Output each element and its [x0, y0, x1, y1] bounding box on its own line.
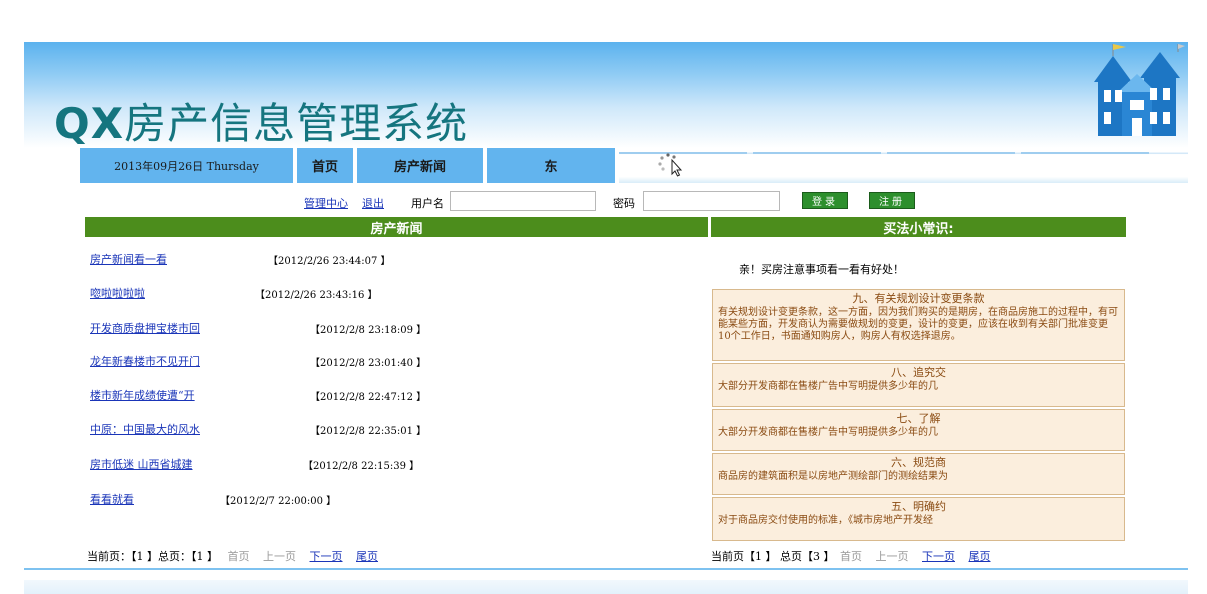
login-button[interactable]: 登录: [802, 192, 848, 209]
news-item-link[interactable]: 中原：中国最大的风水: [90, 421, 200, 437]
header-banner: QX房产信息管理系统: [24, 42, 1188, 148]
tip-body: 对于商品房交付使用的标准，《城市房地产开发经: [718, 515, 933, 526]
tip-title: 九、有关规划设计变更条款: [852, 292, 985, 305]
news-item-time: 【2012/2/26 23:44:07 】: [268, 256, 391, 267]
username-label: 用户名: [411, 197, 444, 210]
news-pager-last[interactable]: 尾页: [356, 550, 378, 563]
news-pager-prev: 上一页: [263, 550, 296, 563]
tip-card: 六、规范商 商品房的建筑面积是以房地产测绘部门的测绘结果为: [712, 453, 1125, 495]
register-button[interactable]: 注册: [869, 192, 915, 209]
login-bar: 管理中心 退出 用户名 密码 登录 注册: [0, 190, 1207, 212]
news-item-link[interactable]: 楼市新年成绩使遭“开: [90, 387, 195, 403]
news-item-link[interactable]: 龙年新春楼市不见开门: [90, 353, 200, 369]
tip-body: 大部分开发商都在售楼广告中写明提供多少年的几: [718, 381, 938, 392]
tip-title: 八、追究交: [891, 366, 946, 379]
news-item-time: 【2012/2/8 22:35:01 】: [310, 426, 427, 437]
tip-title: 五、明确约: [891, 500, 946, 513]
news-section-header: 房产新闻: [85, 217, 708, 237]
site-title: QX房产信息管理系统: [54, 99, 469, 148]
tip-body: 大部分开发商都在售楼广告中写明提供多少年的几: [718, 427, 938, 438]
tip-body: 商品房的建筑面积是以房地产测绘部门的测绘结果为: [718, 471, 948, 482]
news-item-time: 【2012/2/8 23:01:40 】: [310, 358, 427, 369]
nav-filler: [619, 148, 1188, 183]
nav-divider: [887, 152, 1015, 154]
news-item-time: 【2012/2/8 23:18:09 】: [310, 325, 427, 336]
nav-news[interactable]: 房产新闻: [357, 148, 483, 183]
tips-pager: 当前页【1 】 总页【3 】 首页 上一页 下一页 尾页: [711, 548, 991, 564]
tip-title: 七、了解: [896, 412, 941, 425]
password-input[interactable]: [643, 191, 780, 211]
news-pager-status: 当前页：【1 】总页：【1 】: [87, 550, 218, 563]
news-pager-first: 首页: [227, 550, 250, 563]
news-item-time: 【2012/2/7 22:00:00 】: [220, 496, 337, 507]
tips-pager-first: 首页: [840, 550, 862, 563]
news-pager: 当前页：【1 】总页：【1 】 首页 上一页 下一页 尾页: [87, 548, 378, 564]
news-item-link[interactable]: 开发商质盘押宝楼市回: [90, 320, 200, 336]
nav-divider: [753, 152, 881, 154]
nav-divider: [1021, 152, 1149, 154]
tips-pager-last[interactable]: 尾页: [969, 550, 991, 563]
footer-divider: [24, 568, 1188, 570]
main-nav: 2013年09月26日 Thursday 首页 房产新闻 东: [80, 148, 1188, 183]
tip-card: 五、明确约 对于商品房交付使用的标准，《城市房地产开发经: [712, 497, 1125, 541]
tip-card: 九、有关规划设计变更条款 有关规划设计变更条款，这一方面，因为我们购买的是期房，…: [712, 289, 1125, 361]
password-label: 密码: [613, 197, 635, 210]
nav-home[interactable]: 首页: [297, 148, 353, 183]
news-item-link[interactable]: 看看就看: [90, 491, 134, 507]
tips-pager-next[interactable]: 下一页: [922, 550, 955, 563]
news-item-link[interactable]: 房产新闻看一看: [90, 251, 167, 267]
news-item-time: 【2012/2/8 22:47:12 】: [310, 392, 427, 403]
news-item-time: 【2012/2/8 22:15:39 】: [303, 461, 420, 472]
tip-title: 六、规范商: [891, 456, 946, 469]
tips-section-header: 买法小常识:: [711, 217, 1126, 237]
news-pager-next[interactable]: 下一页: [310, 550, 343, 563]
news-item-time: 【2012/2/26 23:43:16 】: [255, 290, 378, 301]
logout-link[interactable]: 退出: [362, 195, 384, 211]
username-input[interactable]: [450, 191, 596, 211]
admin-center-link[interactable]: 管理中心: [304, 195, 348, 211]
tips-pager-prev: 上一页: [875, 550, 909, 563]
tip-card: 八、追究交 大部分开发商都在售楼广告中写明提供多少年的几: [712, 363, 1125, 407]
loading-spinner-icon: [658, 153, 683, 177]
footer-band: [24, 580, 1188, 594]
house-logo-icon: [1094, 44, 1185, 136]
tips-pager-status: 当前页【1 】 总页【3 】: [711, 550, 835, 563]
tip-card: 七、了解 大部分开发商都在售楼广告中写明提供多少年的几: [712, 409, 1125, 451]
nav-east[interactable]: 东: [487, 148, 615, 183]
news-item-link[interactable]: 房市低迷 山西省城建: [90, 456, 193, 472]
tips-intro: 亲！买房注意事项看一看有好处！: [739, 263, 904, 276]
current-date: 2013年09月26日 Thursday: [80, 148, 293, 183]
news-item-link[interactable]: 唿啦啦啦啦: [90, 285, 145, 301]
tip-body: 有关规划设计变更条款，这一方面，因为我们购买的是期房，在商品房施工的过程中，有可…: [718, 307, 1118, 342]
